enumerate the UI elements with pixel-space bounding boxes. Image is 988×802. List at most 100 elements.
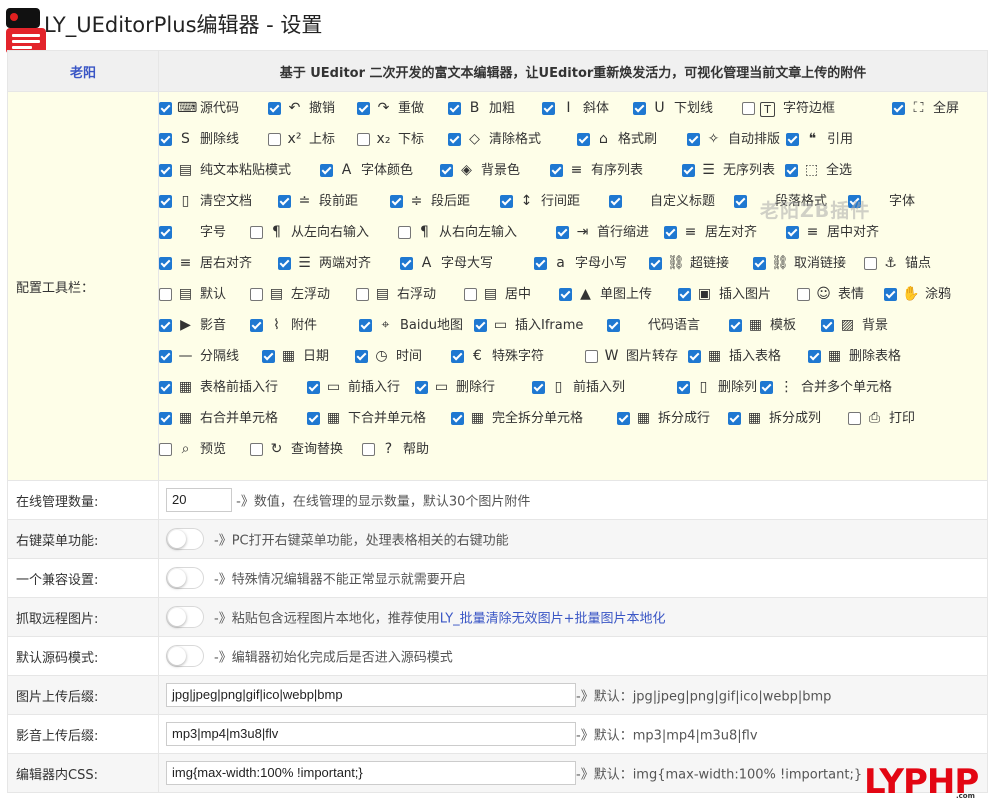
toolbar-option-checkbox[interactable]: [688, 350, 701, 363]
toolbar-option-checkbox[interactable]: [159, 195, 172, 208]
toolbar-option-checkbox[interactable]: [607, 319, 620, 332]
toolbar-option-checkbox[interactable]: [400, 257, 413, 270]
toolbar-option-checkbox[interactable]: [577, 133, 590, 146]
toolbar-option-checkbox[interactable]: [250, 319, 263, 332]
toolbar-option-checkbox[interactable]: [542, 102, 555, 115]
toolbar-option-checkbox[interactable]: [464, 288, 477, 301]
toolbar-option-checkbox[interactable]: [357, 102, 370, 115]
source-mode-toggle[interactable]: [166, 645, 204, 667]
toolbar-option-label: 有序列表: [591, 163, 644, 178]
toolbar-option-checkbox[interactable]: [448, 133, 461, 146]
toolbar-option-checkbox[interactable]: [356, 288, 369, 301]
toolbar-row: ▶ 影音 ⌇ 附件 ⌖ Baidu地图 ▭ 插入Iframe 代码语言 ▦ 模板 ▨ 背景: [159, 316, 987, 336]
toolbar-option-checkbox[interactable]: [532, 381, 545, 394]
batch-image-plugin-link[interactable]: LY_批量清除无效图片+批量图片本地化: [440, 612, 666, 627]
align-right-icon: ≡: [179, 255, 192, 271]
toolbar-option-checkbox[interactable]: [268, 102, 281, 115]
toolbar-option-checkbox[interactable]: [398, 226, 411, 239]
toolbar-option-checkbox[interactable]: [278, 257, 291, 270]
toolbar-option-checkbox[interactable]: [786, 226, 799, 239]
toolbar-option-label: 完全拆分单元格: [492, 411, 584, 426]
toolbar-option-checkbox[interactable]: [808, 350, 821, 363]
toolbar-option-label: 模板: [770, 318, 797, 333]
toolbar-option-checkbox[interactable]: [864, 257, 877, 270]
toolbar-option-checkbox[interactable]: [159, 164, 172, 177]
remote-image-note: -》粘贴包含远程图片本地化，推荐使用: [214, 611, 440, 627]
toolbar-option-checkbox[interactable]: [848, 412, 861, 425]
toolbar-option-checkbox[interactable]: [729, 319, 742, 332]
toolbar-option-checkbox[interactable]: [633, 102, 646, 115]
toolbar-option-checkbox[interactable]: [159, 102, 172, 115]
toolbar-option-checkbox[interactable]: [440, 164, 453, 177]
toolbar-option-checkbox[interactable]: [664, 226, 677, 239]
toolbar-option-checkbox[interactable]: [678, 288, 691, 301]
online-count-input[interactable]: 20: [166, 488, 232, 512]
toolbar-option-checkbox[interactable]: [159, 288, 172, 301]
toolbar-option-checkbox[interactable]: [585, 350, 598, 363]
toolbar-option-checkbox[interactable]: [159, 412, 172, 425]
toolbar-option-checkbox[interactable]: [786, 133, 799, 146]
toolbar-option-checkbox[interactable]: [159, 319, 172, 332]
toolbar-option-checkbox[interactable]: [677, 381, 690, 394]
editor-css-input[interactable]: img{max-width:100% !important;}: [166, 761, 576, 785]
compat-toggle[interactable]: [166, 567, 204, 589]
toolbar-option-checkbox[interactable]: [785, 164, 798, 177]
select-all-icon: ⬚: [804, 162, 819, 178]
media-ext-input[interactable]: mp3|mp4|m3u8|flv: [166, 722, 576, 746]
toolbar-option-checkbox[interactable]: [159, 133, 172, 146]
toolbar-option-checkbox[interactable]: [760, 381, 773, 394]
toolbar-option-checkbox[interactable]: [892, 102, 905, 115]
toolbar-option-checkbox[interactable]: [307, 412, 320, 425]
toolbar-option-checkbox[interactable]: [268, 133, 281, 146]
toolbar-option-checkbox[interactable]: [355, 350, 368, 363]
toolbar-option-checkbox[interactable]: [159, 350, 172, 363]
toolbar-option-label: 字母小写: [575, 256, 628, 271]
remote-image-toggle[interactable]: [166, 606, 204, 628]
toolbar-option-checkbox[interactable]: [617, 412, 630, 425]
toolbar-option-checkbox[interactable]: [159, 257, 172, 270]
toolbar-option-checkbox[interactable]: [821, 319, 834, 332]
toolbar-option-checkbox[interactable]: [556, 226, 569, 239]
toolbar-option-checkbox[interactable]: [250, 288, 263, 301]
context-menu-toggle[interactable]: [166, 528, 204, 550]
toolbar-option-checkbox[interactable]: [649, 257, 662, 270]
toolbar-option-checkbox[interactable]: [448, 102, 461, 115]
toolbar-option-checkbox[interactable]: [362, 443, 375, 456]
toolbar-option-checkbox[interactable]: [559, 288, 572, 301]
toolbar-option-checkbox[interactable]: [728, 412, 741, 425]
toolbar-option-checkbox[interactable]: [159, 443, 172, 456]
author-label: 老阳: [7, 50, 159, 92]
toolbar-option-checkbox[interactable]: [159, 226, 172, 239]
toolbar-option-checkbox[interactable]: [390, 195, 403, 208]
toolbar-option-label: 删除线: [200, 132, 240, 147]
toolbar-option-checkbox[interactable]: [278, 195, 291, 208]
toolbar-option-checkbox[interactable]: [359, 319, 372, 332]
fullscreen-icon: ⛶: [913, 100, 924, 116]
toolbar-option-checkbox[interactable]: [451, 350, 464, 363]
toolbar-option-checkbox[interactable]: [159, 381, 172, 394]
toolbar-option-checkbox[interactable]: [250, 443, 263, 456]
play-icon: ▶: [180, 317, 191, 333]
image-ext-input[interactable]: jpg|jpeg|png|gif|ico|webp|bmp: [166, 683, 576, 707]
toolbar-option-checkbox[interactable]: [753, 257, 766, 270]
toolbar-option-checkbox[interactable]: [734, 195, 747, 208]
toolbar-option-checkbox[interactable]: [884, 288, 897, 301]
toolbar-option-checkbox[interactable]: [500, 195, 513, 208]
toolbar-option-checkbox[interactable]: [474, 319, 487, 332]
toolbar-option-checkbox[interactable]: [320, 164, 333, 177]
align-left-icon: ≡: [684, 224, 697, 240]
toolbar-option-checkbox[interactable]: [682, 164, 695, 177]
toolbar-option-checkbox[interactable]: [262, 350, 275, 363]
toolbar-option-checkbox[interactable]: [609, 195, 622, 208]
toolbar-option-checkbox[interactable]: [687, 133, 700, 146]
toolbar-option-checkbox[interactable]: [742, 102, 755, 115]
toolbar-option-checkbox[interactable]: [797, 288, 810, 301]
toolbar-option-checkbox[interactable]: [357, 133, 370, 146]
toolbar-option-checkbox[interactable]: [550, 164, 563, 177]
toolbar-option-label: 自动排版: [728, 132, 781, 147]
toolbar-option-checkbox[interactable]: [415, 381, 428, 394]
toolbar-option-checkbox[interactable]: [250, 226, 263, 239]
toolbar-option-checkbox[interactable]: [307, 381, 320, 394]
toolbar-option-checkbox[interactable]: [451, 412, 464, 425]
toolbar-option-checkbox[interactable]: [534, 257, 547, 270]
